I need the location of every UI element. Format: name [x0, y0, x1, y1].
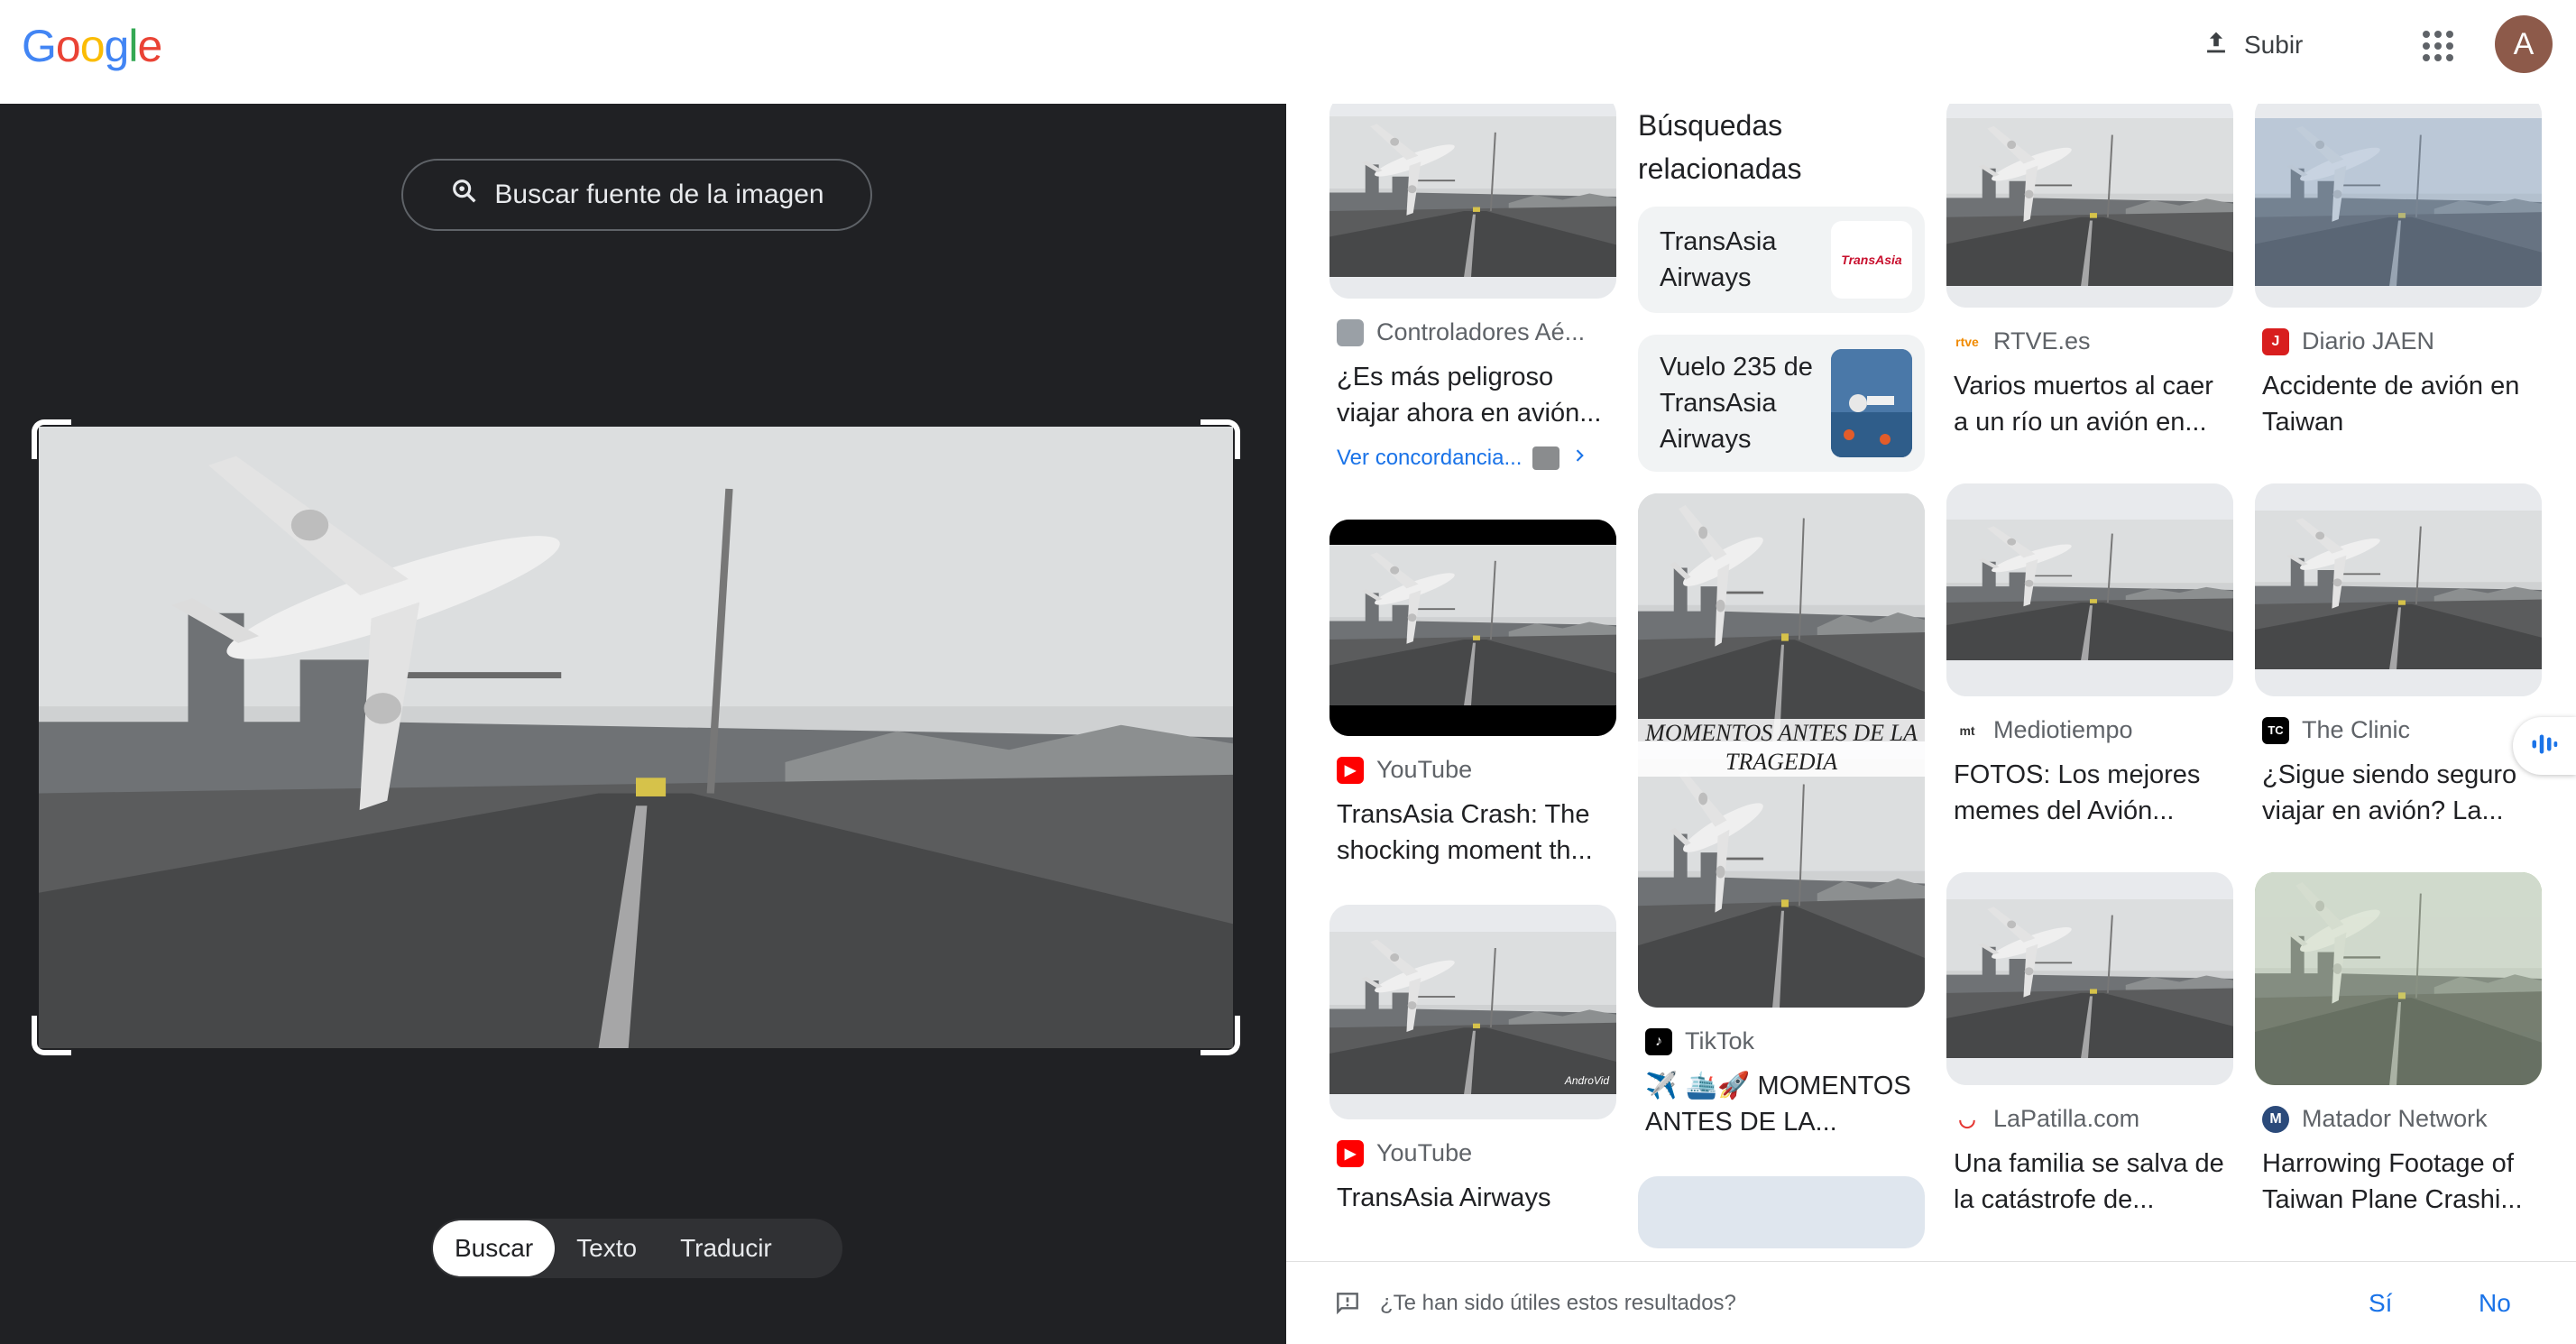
- result-source[interactable]: Controladores Aé...: [1329, 318, 1616, 346]
- chevron-right-icon: [1570, 446, 1588, 471]
- logo-letter: g: [104, 21, 130, 71]
- result-source[interactable]: M Matador Network: [2255, 1105, 2542, 1133]
- result-source[interactable]: J Diario JAEN: [2255, 327, 2542, 355]
- query-image: [39, 427, 1233, 1048]
- result-source[interactable]: ▶ YouTube: [1329, 1139, 1616, 1167]
- mode-translate-tab[interactable]: Traducir: [658, 1220, 794, 1276]
- related-searches-heading: Búsquedas relacionadas: [1638, 109, 1802, 185]
- result-thumbnail[interactable]: [1638, 1176, 1925, 1248]
- crop-handle-bottom-left[interactable]: [32, 1016, 71, 1055]
- logo-letter: l: [128, 21, 138, 71]
- find-image-source-label: Buscar fuente de la imagen: [494, 180, 824, 209]
- see-match-link[interactable]: Ver concordancia...: [1329, 446, 1616, 471]
- result-thumbnail[interactable]: AndroVid: [1329, 905, 1616, 1119]
- mode-text-tab[interactable]: Texto: [555, 1220, 658, 1276]
- logo-letter: G: [22, 21, 57, 71]
- related-search-image: [1831, 349, 1912, 457]
- lens-search-icon: [449, 176, 480, 214]
- result-title[interactable]: Accidente de avión en Taiwan: [2255, 368, 2542, 440]
- feedback-icon: [1333, 1289, 1362, 1322]
- the-clinic-icon: TC: [2262, 716, 2289, 744]
- logo-letter: e: [137, 21, 162, 71]
- result-thumbnail[interactable]: MOMENTOS ANTES DE LA TRAGEDIA: [1638, 493, 1925, 1008]
- feedback-yes-button[interactable]: Sí: [2369, 1289, 2392, 1318]
- tiktok-icon: ♪: [1645, 1027, 1672, 1055]
- matador-network-icon: M: [2262, 1105, 2289, 1133]
- lapatilla-icon: ◡: [1954, 1105, 1981, 1133]
- results-panel: Controladores Aé... ¿Es más peligroso vi…: [1286, 104, 2576, 1344]
- result-thumbnail[interactable]: [2255, 483, 2542, 696]
- result-thumbnail[interactable]: [1329, 104, 1616, 299]
- rtve-icon: rtve: [1954, 327, 1981, 355]
- related-search-chip[interactable]: Vuelo 235 de TransAsia Airways: [1638, 335, 1925, 472]
- thumb-overlay-text: MOMENTOS ANTES DE LA TRAGEDIA: [1638, 719, 1925, 777]
- youtube-icon: ▶: [1337, 756, 1364, 784]
- result-thumbnail[interactable]: [2255, 104, 2542, 308]
- result-source[interactable]: TC The Clinic: [2255, 716, 2542, 744]
- image-viewer-panel: Buscar fuente de la imagen Buscar Texto …: [0, 104, 1286, 1344]
- sound-wave-tab[interactable]: [2513, 717, 2576, 775]
- crop-handle-bottom-right[interactable]: [1201, 1016, 1240, 1055]
- account-avatar[interactable]: A: [2495, 15, 2553, 73]
- results-column-3: rtve RTVE.es Varios muertos al caer a un…: [1946, 104, 2233, 1218]
- mode-switcher: Buscar Texto Traducir: [431, 1219, 842, 1278]
- apps-grid-icon[interactable]: [2419, 27, 2455, 63]
- results-column-2: Búsquedas relacionadas TransAsia Airways…: [1638, 104, 1925, 1248]
- top-header: Google Subir A: [0, 0, 2576, 104]
- feedback-no-button[interactable]: No: [2479, 1289, 2511, 1318]
- youtube-icon: ▶: [1337, 1139, 1364, 1167]
- sound-wave-icon: [2528, 728, 2561, 765]
- google-logo[interactable]: Google: [22, 20, 162, 72]
- find-image-source-button[interactable]: Buscar fuente de la imagen: [401, 159, 872, 231]
- result-title[interactable]: ¿Es más peligroso viajar ahora en avión.…: [1329, 359, 1616, 431]
- result-thumbnail[interactable]: [1329, 520, 1616, 736]
- crop-selection[interactable]: [32, 419, 1240, 1055]
- result-title[interactable]: Una familia se salva de la catástrofe de…: [1946, 1146, 2233, 1218]
- feedback-question: ¿Te han sido útiles estos resultados?: [1380, 1290, 1736, 1315]
- result-title[interactable]: Harrowing Footage of Taiwan Plane Crashi…: [2255, 1146, 2542, 1218]
- result-thumbnail[interactable]: [1946, 104, 2233, 308]
- result-source[interactable]: ♪ TikTok: [1638, 1027, 1925, 1055]
- feedback-bar: ¿Te han sido útiles estos resultados? Sí…: [1286, 1261, 2576, 1344]
- upload-button[interactable]: Subir: [2201, 20, 2303, 70]
- site-favicon-icon: [1337, 318, 1364, 346]
- results-column-4: J Diario JAEN Accidente de avión en Taiw…: [2255, 104, 2542, 1218]
- result-title[interactable]: TransAsia Crash: The shocking moment th.…: [1329, 796, 1616, 869]
- result-source[interactable]: ▶ YouTube: [1329, 756, 1616, 784]
- result-thumbnail[interactable]: [1946, 872, 2233, 1085]
- result-title[interactable]: ✈️ 🛳️🚀 MOMENTOS ANTES DE LA...: [1638, 1068, 1925, 1140]
- transasia-logo: TransAsia: [1831, 221, 1912, 299]
- logo-letter: o: [79, 21, 106, 71]
- upload-icon: [2201, 27, 2231, 64]
- related-search-chip[interactable]: TransAsia Airways TransAsia: [1638, 207, 1925, 313]
- result-thumbnail[interactable]: [1946, 483, 2233, 696]
- diario-jaen-icon: J: [2262, 327, 2289, 355]
- result-title[interactable]: TransAsia Airways: [1329, 1180, 1616, 1252]
- results-column-1: Controladores Aé... ¿Es más peligroso vi…: [1329, 104, 1616, 1252]
- logo-letter: o: [55, 21, 81, 71]
- result-title[interactable]: Varios muertos al caer a un río un avión…: [1946, 368, 2233, 440]
- result-title[interactable]: FOTOS: Los mejores memes del Avión...: [1946, 757, 2233, 829]
- mode-search-tab[interactable]: Buscar: [433, 1220, 556, 1276]
- match-thumb-icon: [1532, 446, 1560, 470]
- upload-label: Subir: [2244, 31, 2304, 59]
- result-source[interactable]: ◡ LaPatilla.com: [1946, 1105, 2233, 1133]
- result-thumbnail[interactable]: [2255, 872, 2542, 1085]
- thumb-watermark: AndroVid: [1564, 1074, 1609, 1087]
- mediotiempo-icon: mt: [1954, 716, 1981, 744]
- result-source[interactable]: rtve RTVE.es: [1946, 327, 2233, 355]
- crop-handle-top-left[interactable]: [32, 419, 71, 459]
- result-source[interactable]: mt Mediotiempo: [1946, 716, 2233, 744]
- crop-handle-top-right[interactable]: [1201, 419, 1240, 459]
- result-title[interactable]: ¿Sigue siendo seguro viajar en avión? La…: [2255, 757, 2542, 829]
